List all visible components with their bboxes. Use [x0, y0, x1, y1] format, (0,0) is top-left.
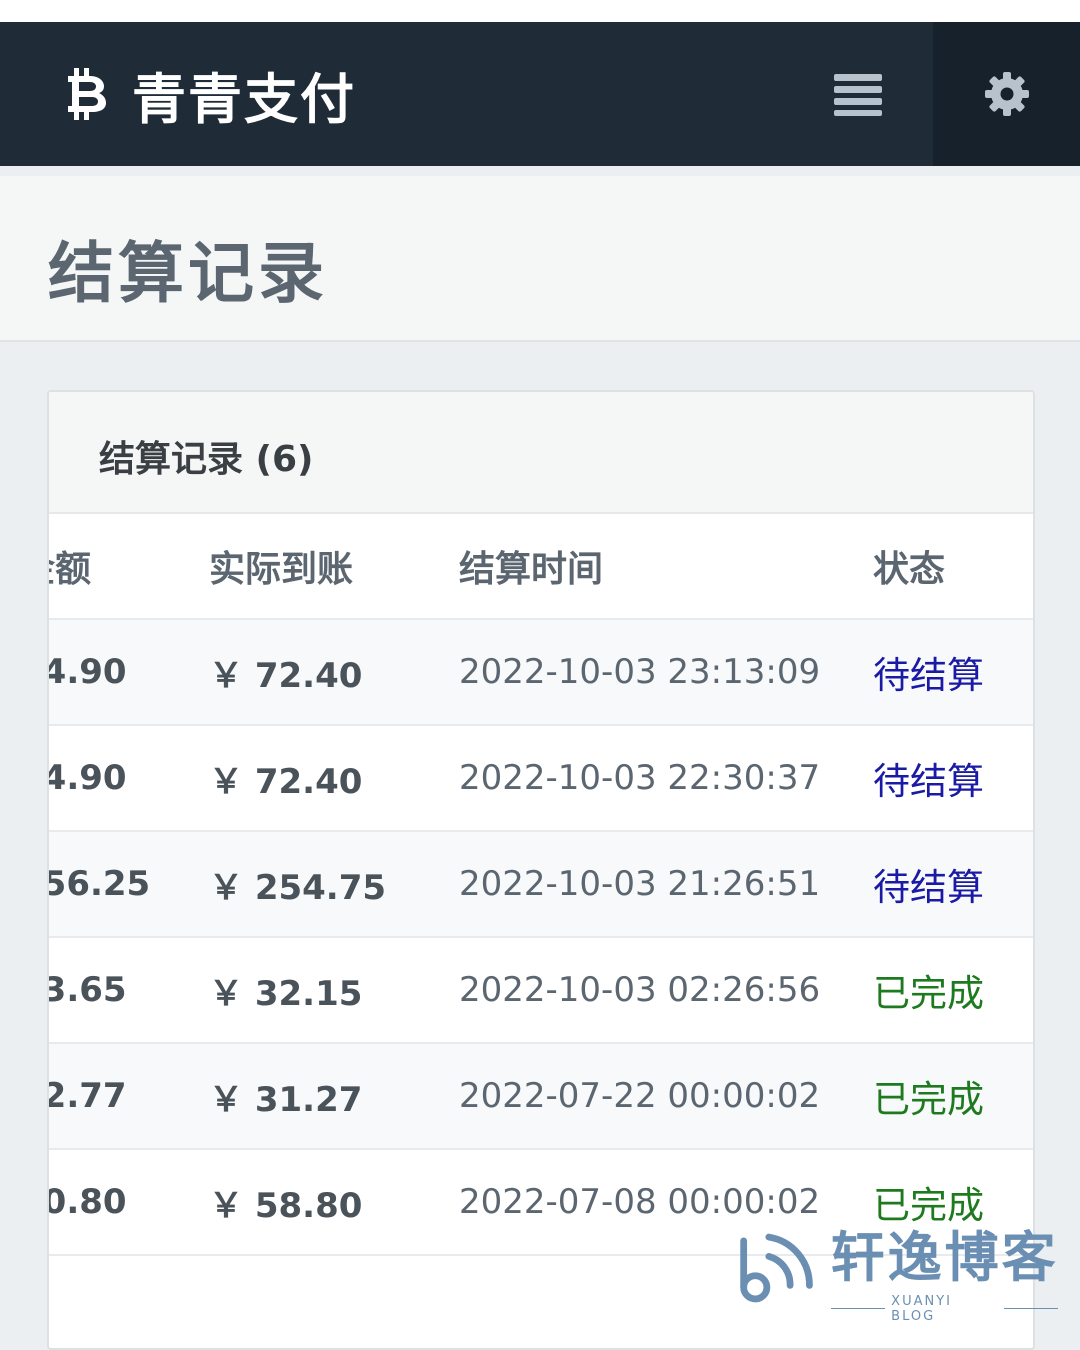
- settlement-table[interactable]: 金额 实际到账 结算时间 状态 74.90 ￥ 72.40 2022-10-03…: [49, 514, 1033, 1256]
- table-row: 32.77 ￥ 31.27 2022-07-22 00:00:02 已完成: [49, 1044, 1033, 1150]
- settings-button[interactable]: [933, 22, 1080, 166]
- status-cell: 待结算: [873, 654, 984, 697]
- brand-title: 青青支付: [132, 67, 356, 131]
- table-row: 74.90 ￥ 72.40 2022-10-03 22:30:37 待结算: [49, 726, 1033, 832]
- status-cell: 已完成: [873, 972, 984, 1015]
- real-received-cell: ￥ 254.75: [209, 867, 387, 908]
- settle-time-cell: 2022-10-03 23:13:09: [459, 652, 821, 692]
- amount-cell: 60.80: [49, 1182, 127, 1222]
- header-amount: 金额: [49, 549, 92, 590]
- amount-cell: 32.77: [49, 1076, 127, 1116]
- table-row: 256.25 ￥ 254.75 2022-10-03 21:26:51 待结算: [49, 832, 1033, 938]
- menu-button[interactable]: [812, 22, 904, 166]
- watermark-title: 轩逸博客: [830, 1225, 1059, 1289]
- status-cell: 待结算: [873, 760, 984, 803]
- panel-title: 结算记录 (6): [99, 439, 314, 480]
- settlement-panel: 结算记录 (6) 金额 实际到账 结算时间 状态 74.90 ￥ 72.40 2…: [47, 390, 1035, 1350]
- bitcoin-icon: [68, 68, 106, 120]
- page-title: 结算记录: [48, 235, 328, 312]
- header-settle-time: 结算时间: [459, 549, 604, 590]
- settle-time-cell: 2022-07-22 00:00:02: [459, 1076, 821, 1116]
- panel-heading: 结算记录 (6): [49, 392, 1033, 514]
- watermark-subtitle: XUANYI BLOG: [891, 1293, 952, 1324]
- amount-cell: 256.25: [49, 864, 151, 904]
- table-row: 33.65 ￥ 32.15 2022-10-03 02:26:56 已完成: [49, 938, 1033, 1044]
- real-received-cell: ￥ 31.27: [209, 1079, 363, 1120]
- status-cell: 待结算: [873, 866, 984, 909]
- table-row: 74.90 ￥ 72.40 2022-10-03 23:13:09 待结算: [49, 620, 1033, 726]
- settle-time-cell: 2022-10-03 22:30:37: [459, 758, 821, 798]
- watermark-subtitle-row: XUANYI BLOG: [825, 1294, 1064, 1324]
- real-received-cell: ￥ 58.80: [209, 1185, 363, 1226]
- status-cell: 已完成: [873, 1078, 984, 1121]
- real-received-cell: ￥ 72.40: [209, 655, 363, 696]
- status-strip: [0, 0, 1080, 22]
- top-navbar: 青青支付: [0, 22, 1080, 166]
- settle-time-cell: 2022-10-03 02:26:56: [459, 970, 821, 1010]
- amount-cell: 33.65: [49, 970, 127, 1010]
- divider: [1004, 1308, 1059, 1309]
- amount-cell: 74.90: [49, 652, 127, 692]
- divider: [831, 1308, 886, 1309]
- gear-icon: [984, 72, 1029, 116]
- header-status: 状态: [873, 549, 946, 590]
- real-received-cell: ￥ 72.40: [209, 761, 363, 802]
- header-real-received: 实际到账: [209, 549, 354, 590]
- page-header: 结算记录: [0, 176, 1080, 342]
- watermark: 轩逸博客 XUANYI BLOG: [734, 1222, 1064, 1324]
- amount-cell: 74.90: [49, 758, 127, 798]
- hamburger-menu-icon: [834, 74, 882, 116]
- brand[interactable]: 青青支付: [62, 52, 356, 136]
- settle-time-cell: 2022-10-03 21:26:51: [459, 864, 821, 904]
- real-received-cell: ￥ 32.15: [209, 973, 363, 1014]
- table-header-row: 金额 实际到账 结算时间 状态: [49, 514, 1033, 620]
- blog-logo-icon: [740, 1233, 813, 1303]
